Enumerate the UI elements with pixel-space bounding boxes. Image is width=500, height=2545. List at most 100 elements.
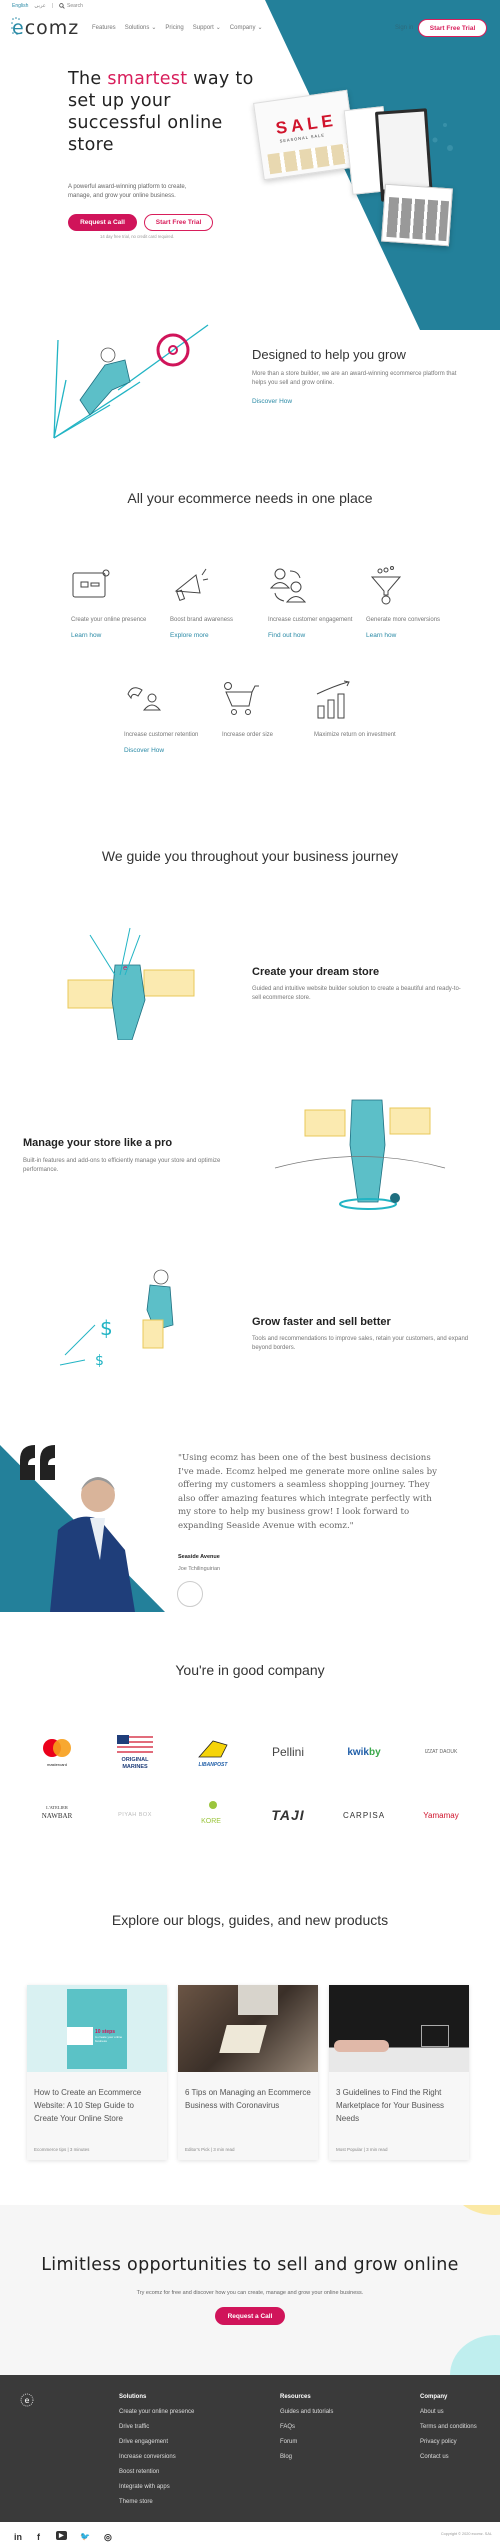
header-start-trial-button[interactable]: Start Free Trial [418, 19, 487, 37]
feature-link[interactable]: Learn how [71, 632, 161, 639]
footer-link[interactable]: FAQs [280, 2424, 333, 2430]
person-suit [50, 1516, 135, 1612]
feature-online-presence: Create your online presence Learn how [71, 565, 161, 639]
feature-conversions: Generate more conversions Learn how [366, 565, 456, 639]
footer-link[interactable]: Blog [280, 2454, 333, 2460]
footer-link[interactable]: Guides and tutorials [280, 2409, 333, 2415]
instagram-icon[interactable]: ◎ [104, 2532, 112, 2543]
arabic-language-link[interactable]: عربي [34, 3, 45, 9]
decor-circle [450, 2335, 500, 2375]
twitter-icon[interactable]: 🐦 [80, 2532, 90, 2541]
testimonial-quote: "Using ecomz has been one of the best bu… [178, 1453, 437, 1531]
discover-how-link[interactable]: Discover How [252, 398, 292, 405]
bottom-bar: in f ▶ 🐦 ◎ Copyright © 2020 ecomz. SAL [0, 2522, 500, 2545]
blog-card[interactable]: 3 Guidelines to Find the Right Marketpla… [329, 1985, 469, 2160]
footer-link[interactable]: Contact us [420, 2454, 477, 2460]
hero-request-call-button[interactable]: Request a Call [68, 214, 137, 231]
nav-support[interactable]: Support ⌄ [193, 24, 221, 32]
footer-link[interactable]: Theme store [119, 2499, 194, 2505]
testimonial-photo-area [0, 1445, 165, 1612]
footer-link[interactable]: Drive engagement [119, 2439, 194, 2445]
trial-note: 14 day free trial, no credit card requir… [100, 234, 175, 239]
footer-link[interactable]: Forum [280, 2439, 333, 2445]
youtube-icon[interactable]: ▶ [56, 2531, 67, 2540]
chevron-down-icon: ⌄ [257, 25, 263, 31]
feature-link[interactable]: Learn how [366, 632, 456, 639]
footer-link[interactable]: Increase conversions [119, 2454, 194, 2460]
svg-text:L'ATELIER: L'ATELIER [46, 1805, 68, 1810]
funnel-icon [370, 566, 402, 605]
hero-start-trial-button[interactable]: Start Free Trial [144, 214, 213, 231]
logo-taji: TAJI [271, 1807, 305, 1823]
blog-thumbnail [178, 1985, 318, 2072]
top-utility-bar: English عربي | Search [12, 3, 83, 9]
blogs-title: Explore our blogs, guides, and new produ… [111, 1912, 389, 1928]
robot-grow-illustration: $ $ [59, 1269, 174, 1369]
cta-request-call-button[interactable]: Request a Call [215, 2307, 285, 2325]
testimonial-company: Seaside Avenue [178, 1554, 220, 1560]
footer-link[interactable]: Integrate with apps [119, 2484, 194, 2490]
feature-customer-retention: Increase customer retention Discover How [124, 680, 214, 754]
blog-title[interactable]: 3 Guidelines to Find the Right Marketpla… [329, 2072, 469, 2125]
blog-title[interactable]: 6 Tips on Managing an Ecommerce Business… [178, 2072, 318, 2112]
footer-link[interactable]: Boost retention [119, 2469, 194, 2475]
footer: e Solutions Create your online presence … [0, 2375, 500, 2522]
blog-thumbnail [329, 1985, 469, 2072]
signin-link[interactable]: Sign in [395, 25, 413, 31]
feature-brand-awareness: Boost brand awareness Explore more [170, 565, 260, 639]
footer-link[interactable]: Drive traffic [119, 2424, 194, 2430]
blog-card[interactable]: 6 Tips on Managing an Ecommerce Business… [178, 1985, 318, 2160]
footer-link[interactable]: About us [420, 2409, 477, 2415]
blog-card[interactable]: 10 steps to create your online business … [27, 1985, 167, 2160]
company-title: You're in good company [175, 1662, 325, 1678]
blog-title[interactable]: How to Create an Ecommerce Website: A 10… [27, 2072, 167, 2125]
linkedin-icon[interactable]: in [14, 2532, 22, 2542]
search-button[interactable]: Search [59, 3, 83, 9]
footer-link[interactable]: Create your online presence [119, 2409, 194, 2415]
logo-latelier-nawbar: L'ATELIER NAWBAR [27, 1795, 87, 1835]
designed-text: More than a store builder, we are an awa… [252, 371, 457, 386]
feature-order-size: Increase order size [222, 680, 312, 741]
logo-kwikby: kwikby [347, 1746, 381, 1758]
mockup-tablet [381, 183, 453, 247]
nav-company[interactable]: Company ⌄ [230, 24, 263, 32]
language-selector[interactable]: English [12, 3, 28, 9]
hero-title: The smartest way to set up your successf… [68, 69, 254, 155]
feature-link[interactable]: Explore more [170, 632, 260, 639]
logo-original-marines: ORIGINAL MARINES [105, 1732, 165, 1772]
svg-text:LIBANPOST: LIBANPOST [199, 1762, 229, 1768]
footer-logo-icon[interactable]: e [20, 2393, 34, 2407]
journey-step-1-text: Guided and intuitive website builder sol… [252, 986, 461, 1001]
users-exchange-icon [269, 568, 307, 603]
logo-dots-icon [11, 17, 22, 35]
nav-pricing[interactable]: Pricing [165, 24, 183, 31]
feature-link[interactable]: Discover How [124, 747, 214, 754]
footer-link[interactable]: Privacy policy [420, 2439, 477, 2445]
journey-title: We guide you throughout your business jo… [101, 848, 399, 864]
shopping-cart-icon [224, 682, 259, 715]
facebook-icon[interactable]: f [37, 2532, 40, 2542]
chevron-down-icon: ⌄ [151, 25, 157, 31]
skier-target-illustration [53, 324, 209, 439]
needs-title: All your ecommerce needs in one place [127, 490, 373, 506]
footer-column-resources: Resources Guides and tutorials FAQs Foru… [280, 2394, 334, 2460]
hero-subtitle: A powerful award-winning platform to cre… [68, 184, 187, 199]
quote-mark-icon [20, 1445, 55, 1480]
footer-column-solutions: Solutions Create your online presence Dr… [119, 2394, 195, 2505]
megaphone-icon [174, 568, 209, 602]
nav-solutions[interactable]: Solutions ⌄ [125, 24, 157, 32]
blog-meta: Most Popular | 3 min read [336, 2147, 388, 2152]
nav-features[interactable]: Features [92, 24, 116, 31]
svg-text:$: $ [100, 1316, 113, 1340]
growth-chart-icon [316, 680, 350, 719]
robot-build-illustration: e [67, 927, 195, 1040]
mockup-laptop-screen: SALE SEASONAL SALE [253, 89, 358, 181]
hero-device-mockup: SALE SEASONAL SALE [253, 88, 478, 248]
decor-circle [455, 2205, 500, 2215]
footer-column-company: Company About us Terms and conditions Pr… [420, 2394, 477, 2460]
search-icon [59, 3, 65, 9]
feature-link[interactable]: Find out how [268, 632, 358, 639]
footer-link[interactable]: Terms and conditions [420, 2424, 477, 2430]
svg-text:$: $ [95, 1353, 104, 1369]
ecomz-logo[interactable]: ecomz [11, 17, 79, 39]
